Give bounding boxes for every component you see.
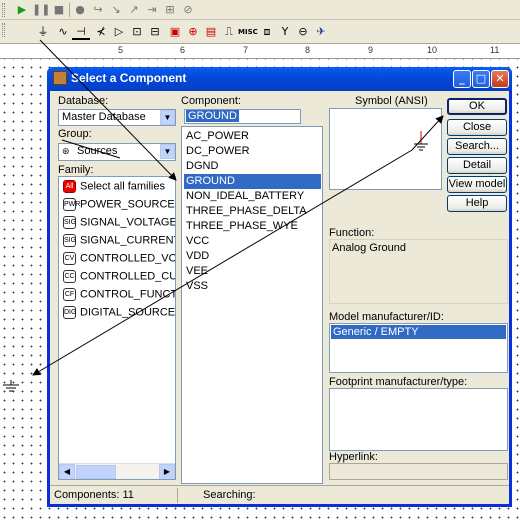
annotation-arrow (61, 139, 121, 159)
annotation-arrow (411, 115, 444, 151)
annotation-arrow (32, 149, 413, 376)
annotation-arrows (32, 39, 444, 376)
annotation-arrow (39, 39, 177, 181)
